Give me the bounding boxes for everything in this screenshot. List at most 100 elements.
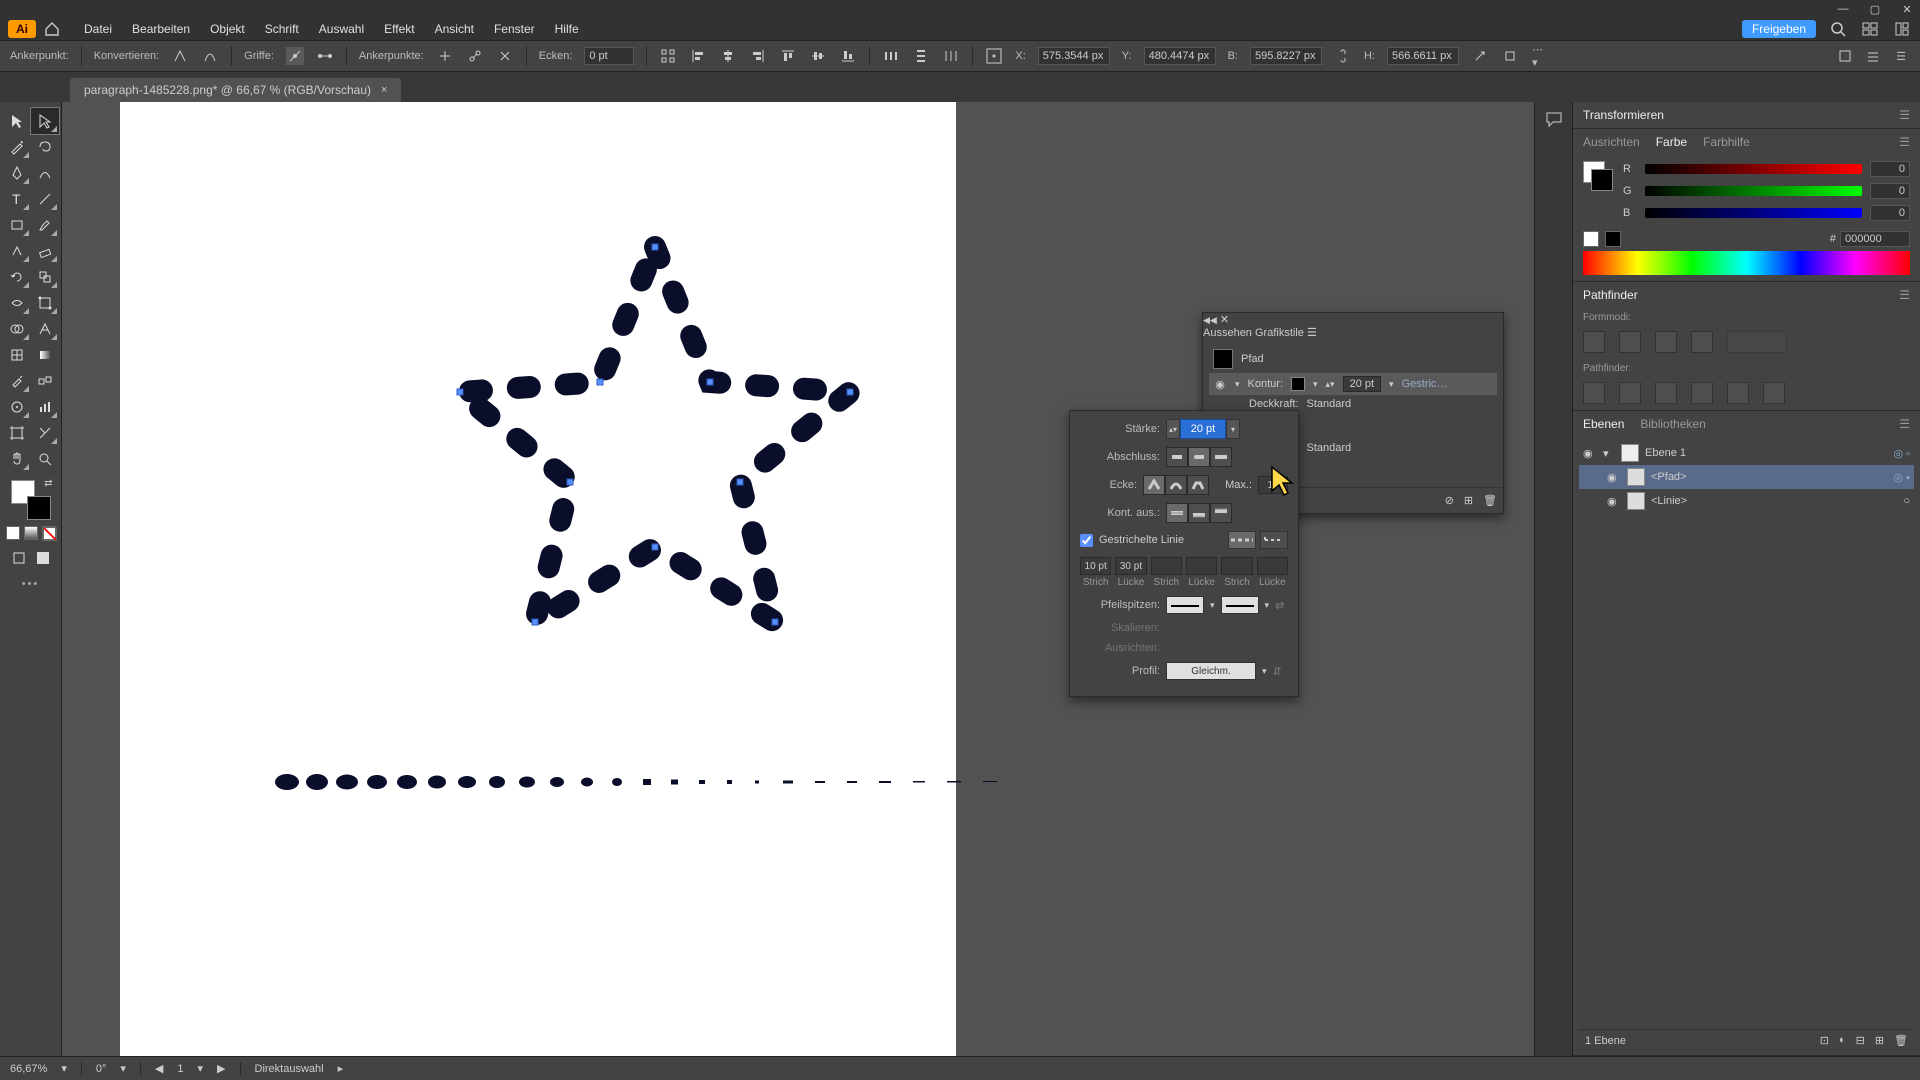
- link-wh-icon[interactable]: [1334, 47, 1352, 65]
- panel-menu-icon[interactable]: ☰: [1307, 327, 1317, 339]
- opt-right-3-icon[interactable]: ☰: [1892, 47, 1910, 65]
- comments-icon[interactable]: [1543, 108, 1565, 130]
- pf-outline[interactable]: [1727, 382, 1749, 404]
- panel-menu-icon[interactable]: ☰: [1899, 288, 1910, 302]
- tab-ebenen[interactable]: Ebenen: [1583, 417, 1624, 431]
- align-inside[interactable]: [1188, 503, 1210, 523]
- artboard-nav-next[interactable]: ▶: [217, 1062, 225, 1075]
- color-mode-solid[interactable]: [6, 526, 20, 540]
- menu-ansicht[interactable]: Ansicht: [425, 22, 484, 36]
- panel-menu-icon[interactable]: ☰: [1899, 108, 1910, 122]
- dash-3-input[interactable]: [1221, 557, 1252, 575]
- window-minimize[interactable]: —: [1836, 2, 1850, 16]
- home-icon[interactable]: [44, 21, 64, 37]
- opt-right-2-icon[interactable]: [1864, 47, 1882, 65]
- pf-intersect[interactable]: [1655, 331, 1677, 353]
- pen-tool[interactable]: [3, 160, 31, 186]
- convert-corner-icon[interactable]: [171, 47, 189, 65]
- hand-tool[interactable]: [3, 446, 31, 472]
- b-input[interactable]: [1870, 205, 1910, 221]
- pf-expand[interactable]: [1727, 331, 1787, 353]
- menu-bearbeiten[interactable]: Bearbeiten: [122, 22, 200, 36]
- eyedropper-tool[interactable]: [3, 368, 31, 394]
- status-dropdown-icon[interactable]: ▸: [338, 1062, 344, 1075]
- symbol-tool[interactable]: [3, 394, 31, 420]
- miter-input[interactable]: [1258, 476, 1288, 494]
- gap-2-input[interactable]: [1186, 557, 1217, 575]
- profile-select[interactable]: Gleichm.: [1166, 662, 1256, 680]
- shape-ops-icon[interactable]: [1471, 47, 1489, 65]
- menu-fenster[interactable]: Fenster: [484, 22, 545, 36]
- document-tab[interactable]: paragraph-1485228.png* @ 66,67 % (RGB/Vo…: [70, 78, 401, 102]
- distribute-space-icon[interactable]: [942, 47, 960, 65]
- anchor-remove-icon[interactable]: [436, 47, 454, 65]
- weight-dropdown-icon[interactable]: ▾: [1226, 419, 1240, 439]
- transform-origin-icon[interactable]: [985, 47, 1003, 65]
- align-bottom-icon[interactable]: [839, 47, 857, 65]
- slider-r[interactable]: [1645, 164, 1862, 174]
- brush-tool[interactable]: [31, 212, 59, 238]
- appearance-clear-icon[interactable]: ⊘: [1445, 494, 1454, 507]
- artboard-nav-prev[interactable]: ◀: [155, 1062, 163, 1075]
- opacity-value-2[interactable]: Standard: [1307, 442, 1352, 454]
- stroke-weight-input[interactable]: [1180, 419, 1226, 439]
- color-mode-none[interactable]: [42, 526, 56, 540]
- distribute-v-icon[interactable]: [912, 47, 930, 65]
- tab-bibliotheken[interactable]: Bibliotheken: [1640, 417, 1705, 431]
- star-path[interactable]: [435, 222, 875, 662]
- opt-right-1-icon[interactable]: [1836, 47, 1854, 65]
- zoom-level[interactable]: 66,67%: [10, 1063, 47, 1075]
- pf-minusback[interactable]: [1763, 382, 1785, 404]
- cap-round[interactable]: [1188, 447, 1210, 467]
- sublayer-pfad[interactable]: ◉ <Pfad> ◎ ▪: [1579, 465, 1914, 489]
- align-top-icon[interactable]: [779, 47, 797, 65]
- align-grid-icon[interactable]: [659, 47, 677, 65]
- dashed-line-checkbox[interactable]: [1080, 534, 1093, 547]
- white-swatch[interactable]: [1583, 231, 1599, 247]
- appearance-delete-icon[interactable]: 🗑: [1483, 494, 1497, 507]
- stepper-icon[interactable]: ▴▾: [1326, 379, 1335, 390]
- screen-mode-full[interactable]: [33, 548, 53, 568]
- pf-crop[interactable]: [1691, 382, 1713, 404]
- more-options-icon[interactable]: ⋯▾: [1531, 47, 1549, 65]
- corner-miter[interactable]: [1143, 475, 1165, 495]
- app-logo[interactable]: Ai: [8, 20, 36, 38]
- color-mode-gradient[interactable]: [24, 526, 38, 540]
- pf-divide[interactable]: [1583, 382, 1605, 404]
- layers-delete-icon[interactable]: 🗑: [1894, 1034, 1908, 1047]
- align-hcenter-icon[interactable]: [719, 47, 737, 65]
- curvature-tool[interactable]: [31, 160, 59, 186]
- slice-tool[interactable]: [31, 420, 59, 446]
- align-outside[interactable]: [1210, 503, 1232, 523]
- handle-icon-1[interactable]: [286, 47, 304, 65]
- window-close[interactable]: ✕: [1900, 2, 1914, 16]
- visibility-icon[interactable]: ◉: [1607, 495, 1621, 508]
- stroke-extra[interactable]: Gestric…: [1402, 378, 1448, 390]
- isolate-icon[interactable]: [1501, 47, 1519, 65]
- x-input[interactable]: [1038, 47, 1110, 65]
- tab-pathfinder[interactable]: Pathfinder: [1583, 288, 1638, 302]
- anchor-connect-icon[interactable]: [466, 47, 484, 65]
- canvas-area[interactable]: ◀◀ ✕ Aussehen Grafikstile ☰ Pfad ◉ ▾ Kon…: [62, 102, 1534, 1056]
- pf-trim[interactable]: [1619, 382, 1641, 404]
- y-input[interactable]: [1144, 47, 1216, 65]
- rectangle-tool[interactable]: [3, 212, 31, 238]
- tab-ausrichten[interactable]: Ausrichten: [1583, 135, 1640, 149]
- pf-exclude[interactable]: [1691, 331, 1713, 353]
- chevron-down-icon[interactable]: ▾: [1235, 379, 1240, 390]
- slider-g[interactable]: [1645, 186, 1862, 196]
- menu-effekt[interactable]: Effekt: [374, 22, 424, 36]
- layers-new-sub-icon[interactable]: ⊟: [1856, 1034, 1865, 1047]
- selection-tool[interactable]: [3, 108, 31, 134]
- pf-merge[interactable]: [1655, 382, 1677, 404]
- gradient-tool[interactable]: [31, 342, 59, 368]
- tab-aussehen[interactable]: Aussehen: [1203, 327, 1252, 339]
- tab-transformieren[interactable]: Transformieren: [1583, 108, 1664, 122]
- h-input[interactable]: [1387, 47, 1459, 65]
- chevron-down-icon[interactable]: ▾: [1603, 447, 1615, 460]
- layer-row[interactable]: ◉ ▾ Ebene 1 ◎ ▫: [1579, 441, 1914, 465]
- corner-bevel[interactable]: [1187, 475, 1209, 495]
- eraser-tool[interactable]: [31, 238, 59, 264]
- corner-round[interactable]: [1165, 475, 1187, 495]
- dash-2-input[interactable]: [1151, 557, 1182, 575]
